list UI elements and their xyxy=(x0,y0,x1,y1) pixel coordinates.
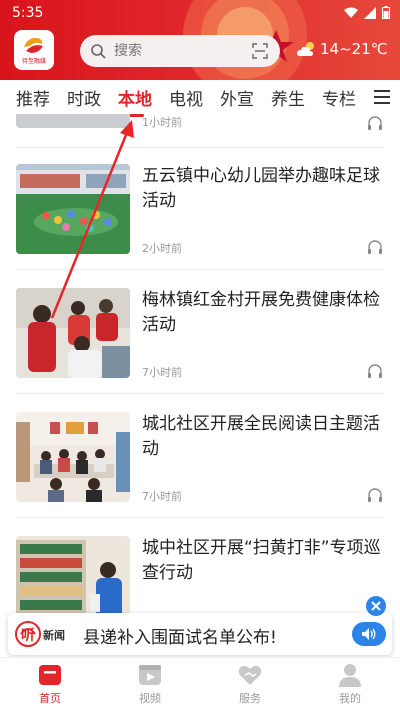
status-icons xyxy=(344,6,390,19)
banner-headline: 县递补入围面试名单公布! xyxy=(83,628,277,648)
news-logo-text: 新闻 xyxy=(43,629,65,642)
video-icon xyxy=(139,665,161,685)
banner-play-button[interactable] xyxy=(352,622,386,646)
news-thumbnail xyxy=(16,412,130,502)
news-title: 五云镇中心幼儿园举办趣味足球活动 xyxy=(142,166,380,211)
app-header: 5:35 待至融媒 搜索 14~21℃ xyxy=(0,0,400,80)
news-time: 2小时前 xyxy=(142,242,182,255)
cloud-sun-icon xyxy=(297,42,314,56)
audio-news-banner[interactable]: 听 新闻 县递补入围面试名单公布! xyxy=(8,613,392,655)
tab-publicity[interactable]: 外宣 xyxy=(220,85,254,110)
tab-recommend[interactable]: 推荐 xyxy=(16,85,50,110)
weather-widget[interactable]: 14~21℃ xyxy=(296,40,388,58)
logo-mark-icon xyxy=(24,37,43,53)
tab-column[interactable]: 专栏 xyxy=(322,85,356,110)
tab-tv[interactable]: 电视 xyxy=(169,85,203,110)
listen-icon[interactable] xyxy=(366,362,384,380)
service-icon xyxy=(238,665,262,685)
feed-divider xyxy=(16,269,384,270)
listen-icon[interactable] xyxy=(366,486,384,504)
news-item[interactable]: 城北社区开展全民阅读日主题活动 7小时前 xyxy=(0,402,400,514)
speaker-icon xyxy=(362,628,376,640)
tab-politics[interactable]: 时政 xyxy=(67,85,101,110)
feed-divider xyxy=(16,393,384,394)
app-logo[interactable]: 待至融媒 xyxy=(14,30,54,70)
nav-home-label: 首页 xyxy=(39,692,61,705)
status-time: 5:35 xyxy=(12,5,44,21)
news-time: 1小时前 xyxy=(142,116,182,129)
wifi-icon xyxy=(344,7,358,18)
user-icon xyxy=(339,664,361,687)
menu-icon xyxy=(374,90,390,104)
listen-logo-text: 听 xyxy=(21,628,35,644)
channel-tabs: 推荐 时政 本地 电视 外宣 养生 专栏 xyxy=(0,80,400,117)
home-icon xyxy=(39,665,61,685)
tab-health[interactable]: 养生 xyxy=(271,85,305,110)
news-thumbnail xyxy=(16,288,130,378)
nav-profile-label: 我的 xyxy=(339,692,361,705)
signal-icon xyxy=(364,6,376,19)
search-bar[interactable] xyxy=(80,35,280,67)
bottom-navigation: 首页 视频 服务 我的 xyxy=(0,657,400,711)
banner-close-button[interactable] xyxy=(366,596,386,616)
weather-temperature: 14~21℃ xyxy=(320,40,388,58)
news-item-partial[interactable]: 1小时前 xyxy=(0,114,400,144)
nav-home[interactable]: 首页 xyxy=(0,658,100,711)
news-time: 7小时前 xyxy=(142,490,182,503)
news-thumbnail xyxy=(16,164,130,254)
listen-icon[interactable] xyxy=(366,238,384,256)
feed-divider xyxy=(16,517,384,518)
logo-text: 待至融媒 xyxy=(21,58,46,65)
nav-profile[interactable]: 我的 xyxy=(300,658,400,711)
search-input[interactable] xyxy=(114,43,244,59)
news-time: 7小时前 xyxy=(142,366,182,379)
search-icon xyxy=(91,44,106,59)
close-icon xyxy=(371,601,381,611)
news-item[interactable]: 梅林镇红金村开展免费健康体检活动 7小时前 xyxy=(0,278,400,390)
battery-icon xyxy=(382,6,390,19)
news-title: 城北社区开展全民阅读日主题活动 xyxy=(142,414,380,459)
news-thumbnail xyxy=(16,114,130,128)
nav-video[interactable]: 视频 xyxy=(100,658,200,711)
tab-menu-button[interactable] xyxy=(364,80,400,114)
listen-icon[interactable] xyxy=(366,114,384,132)
news-title: 城中社区开展“扫黄打非”专项巡查行动 xyxy=(142,538,381,583)
scan-icon[interactable] xyxy=(252,43,268,59)
news-title: 梅林镇红金村开展免费健康体检活动 xyxy=(142,290,380,335)
app-screen: 5:35 待至融媒 搜索 14~21℃ 推荐 时政 本地 电视 外宣 养生 专栏… xyxy=(0,0,400,711)
nav-service[interactable]: 服务 xyxy=(200,658,300,711)
listen-news-logo: 听 新闻 xyxy=(14,620,76,648)
news-item[interactable]: 五云镇中心幼儿园举办趣味足球活动 2小时前 xyxy=(0,154,400,266)
nav-service-label: 服务 xyxy=(239,692,261,705)
tab-local[interactable]: 本地 xyxy=(118,85,152,117)
nav-video-label: 视频 xyxy=(139,692,161,705)
news-feed: 1小时前 五云镇中心幼儿园举办趣味足球活动 2小时前 梅林镇红金村开展免费健康体… xyxy=(0,114,400,657)
feed-divider xyxy=(16,147,384,148)
